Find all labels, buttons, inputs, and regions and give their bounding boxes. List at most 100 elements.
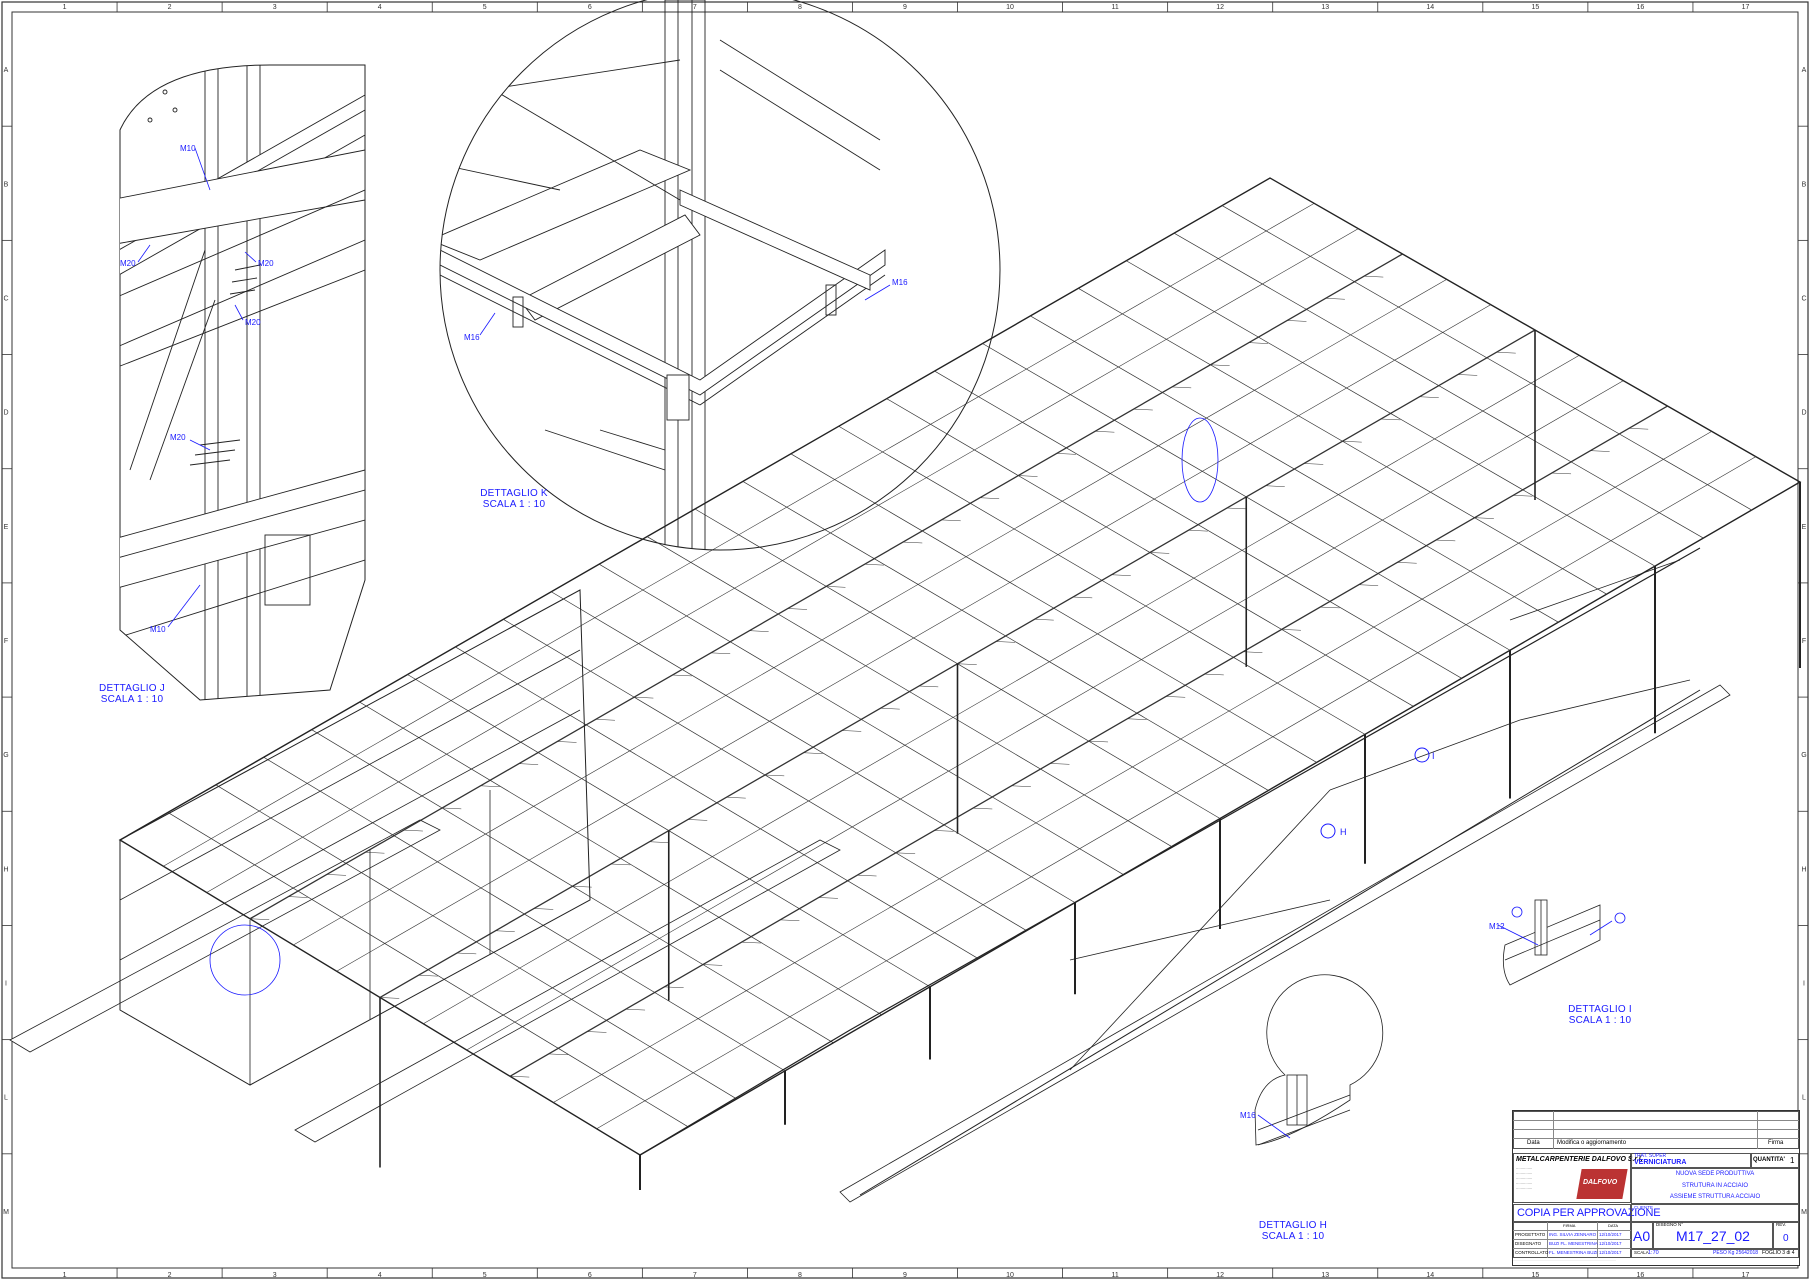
roof-grid [163, 203, 1756, 1130]
detail-j-callout-2: M20 [120, 259, 136, 268]
truss-diagonal [456, 952, 477, 955]
grid-col-label: 4 [378, 4, 382, 11]
grid-row-label: I [5, 981, 7, 988]
client-label: CLIENTE [1634, 1205, 1654, 1210]
col-firma: FIRMA [1563, 1223, 1576, 1228]
detail-h-caption: DETTAGLIO H SCALA 1 : 10 [1253, 1220, 1333, 1242]
roof-rafter [466, 380, 1624, 1051]
roof-outline [118, 177, 1802, 1156]
truss-diagonal [1457, 374, 1478, 376]
truss-diagonal [726, 797, 746, 799]
weight: PESO Kg 25642018 [1713, 1250, 1759, 1256]
client-cell [1631, 1204, 1799, 1222]
detail-markers: H I [1320, 747, 1435, 839]
truss-diagonal [1496, 352, 1516, 354]
detail-j-callout-1: M10 [180, 144, 196, 153]
grid-row-label: H [1801, 866, 1806, 873]
description-1: NUOVA SEDE PRODUTTIVA [1675, 1171, 1755, 1177]
grid-col-label: 5 [483, 4, 487, 11]
grid-row-label: M [1801, 1209, 1807, 1216]
detail-h-scale: SCALA 1 : 10 [1261, 1231, 1325, 1242]
grid-col-label: 16 [1637, 1272, 1645, 1279]
truss-diagonal [864, 563, 884, 566]
grid-row-label: G [3, 752, 8, 759]
company-logo-text: DALFOVO [1583, 1179, 1618, 1186]
truss-diagonal [1111, 574, 1131, 576]
grid-row-label: H [3, 866, 8, 873]
grid-row-label: L [1802, 1095, 1806, 1102]
grid-row-label: I [1803, 981, 1805, 988]
truss-diagonal [1088, 740, 1109, 743]
truss-diagonal [957, 663, 977, 665]
detail-j-callout-6: M10 [150, 625, 166, 634]
truss-diagonal [1226, 507, 1247, 510]
role-drawn-label: DISEGNATO [1515, 1241, 1542, 1246]
company-name: METALCARPENTERIE DALFOVO S.r.l. [1516, 1156, 1643, 1163]
grid-row-label: C [1801, 295, 1806, 302]
grid-col-label: 13 [1321, 1272, 1329, 1279]
role-designed-date: 12/10/2017 [1599, 1232, 1622, 1237]
grid-col-label: 7 [693, 1272, 697, 1279]
grid-col-label: 15 [1531, 1272, 1539, 1279]
truss-diagonal [1358, 584, 1379, 586]
truss-diagonal [841, 730, 862, 732]
truss-diagonal [1018, 475, 1038, 477]
truss-diagonal [1265, 485, 1285, 487]
truss-diagonal [610, 863, 631, 866]
truss-diagonal [634, 696, 654, 699]
detail-i-view [1497, 899, 1626, 986]
truss-diagonal [1342, 441, 1362, 443]
truss-diagonal [787, 608, 808, 610]
detail-marker-i: I [1432, 751, 1435, 761]
role-drawn-name: BUZI FL. MENESTRINA [1549, 1241, 1598, 1246]
grid-col-label: 14 [1426, 4, 1434, 11]
truss-diagonal [1050, 763, 1070, 765]
grid-col-label: 13 [1321, 4, 1329, 11]
truss-diagonal [1628, 428, 1649, 430]
truss-diagonal [934, 830, 954, 832]
truss-diagonal [587, 1031, 607, 1033]
truss-diagonal [1287, 320, 1307, 322]
grid-row-label: F [1802, 638, 1806, 645]
truss-diagonal [672, 674, 692, 677]
role-drawn-date: 12/10/2017 [1599, 1241, 1622, 1246]
truss-diagonal [1474, 517, 1494, 519]
truss-diagonal [1551, 472, 1572, 475]
detail-j-title: DETTAGLIO J [99, 683, 165, 694]
truss-diagonal [1204, 673, 1224, 676]
truss-diagonal [880, 708, 900, 710]
truss-diagonal [418, 975, 438, 977]
detail-k-callout-1: M16 [464, 333, 480, 342]
roof-rafter [553, 431, 1712, 1103]
grid-row-label: B [1802, 181, 1807, 188]
grid-row-label: E [4, 524, 9, 531]
description-3: ASSIEME STRUTTURA ACCIAIO [1669, 1194, 1761, 1200]
truss-diagonal [1325, 298, 1345, 300]
revision-value: 0 [1783, 1233, 1789, 1244]
truss-diagonal [1303, 463, 1324, 465]
sheet-format: A0 [1633, 1228, 1651, 1244]
grid-col-label: 15 [1531, 4, 1539, 11]
grid-col-label: 6 [588, 1272, 592, 1279]
truss-diagonal [972, 807, 993, 810]
drawing-number-label: DISEGNO N° [1656, 1222, 1684, 1227]
scale-value: 1:70 [1648, 1250, 1659, 1256]
detail-h-view [1254, 974, 1384, 1146]
grid-row-label: C [3, 295, 8, 302]
truss-diagonal [649, 841, 669, 843]
truss-diagonal [710, 652, 731, 655]
legal-note: ········································… [1513, 1258, 1616, 1262]
truss-diagonal [857, 874, 877, 877]
truss-diagonal [1590, 450, 1610, 452]
truss-diagonal [557, 741, 577, 743]
grid-col-label: 17 [1742, 4, 1750, 11]
truss-diagonal [941, 519, 961, 522]
grid-col-label: 10 [1006, 4, 1014, 11]
detail-k-callout-2: M16 [892, 278, 908, 287]
grid-col-label: 16 [1637, 4, 1645, 11]
truss-diagonal [979, 497, 1000, 499]
truss-diagonal [1435, 539, 1456, 542]
grid-col-label: 10 [1006, 1272, 1014, 1279]
truss-diagonal [1419, 396, 1439, 398]
detail-h-title: DETTAGLIO H [1258, 1220, 1328, 1231]
